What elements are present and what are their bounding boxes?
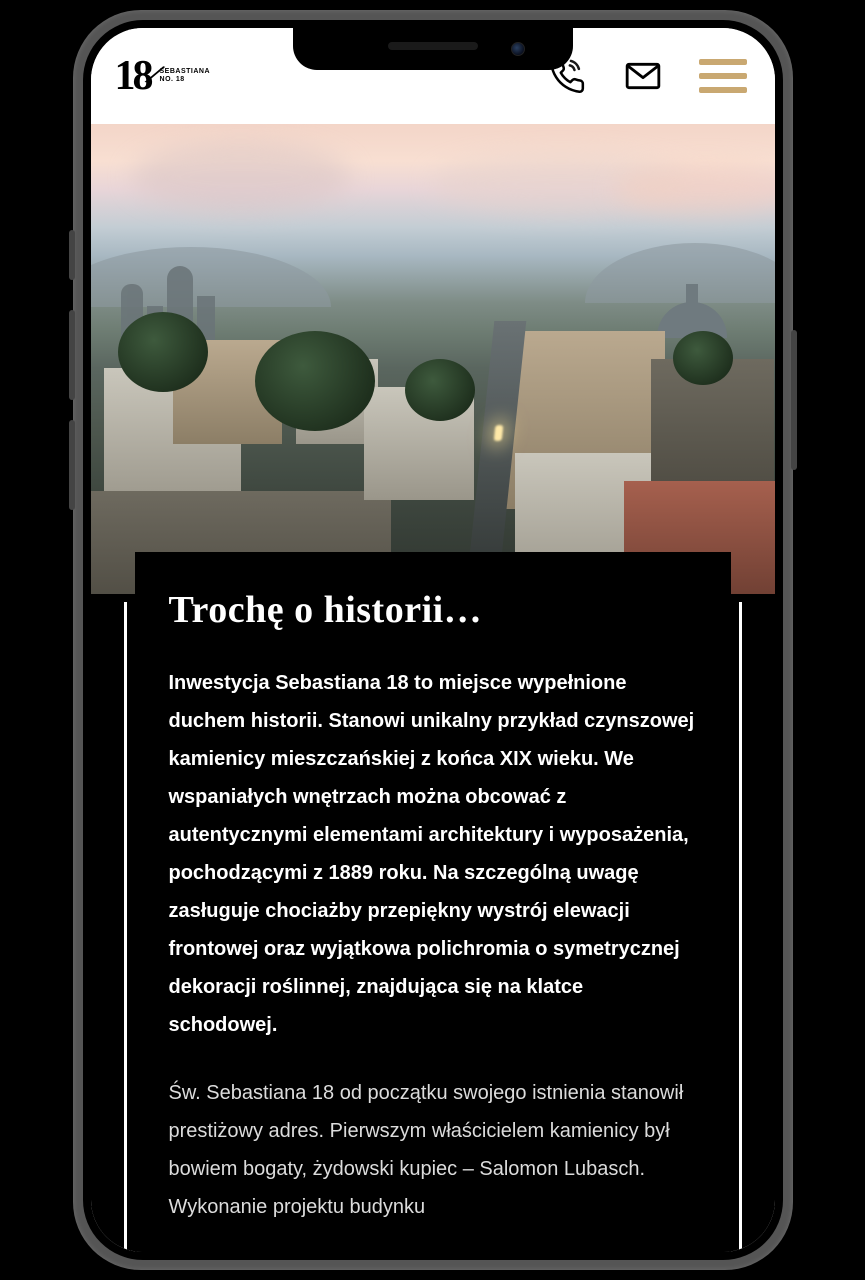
phone-frame: 18 ⁄ SEBASTIANA NO. 18 — [73, 10, 793, 1270]
mail-icon[interactable] — [623, 56, 663, 96]
hamburger-menu-icon[interactable] — [699, 59, 747, 93]
right-border-line — [739, 602, 742, 1252]
phone-mute-switch — [69, 230, 75, 280]
section-title: Trochę o historii… — [169, 588, 697, 632]
front-camera-icon — [511, 42, 525, 56]
phone-notch — [293, 28, 573, 70]
site-logo[interactable]: 18 ⁄ SEBASTIANA NO. 18 — [115, 52, 211, 100]
logo-text: SEBASTIANA NO. 18 — [160, 68, 211, 83]
content-section: Trochę o historii… Inwestycja Sebastiana… — [91, 594, 775, 1252]
history-paragraph-2: Św. Sebastiana 18 od początku swojego is… — [169, 1074, 697, 1226]
left-border-line — [124, 602, 127, 1252]
history-paragraph-1: Inwestycja Sebastiana 18 to miejsce wype… — [169, 664, 697, 1044]
phone-power-button — [791, 330, 797, 470]
logo-number: 18 — [115, 52, 151, 100]
hero-city-image — [91, 124, 775, 594]
phone-volume-down — [69, 420, 75, 510]
phone-volume-up — [69, 310, 75, 400]
